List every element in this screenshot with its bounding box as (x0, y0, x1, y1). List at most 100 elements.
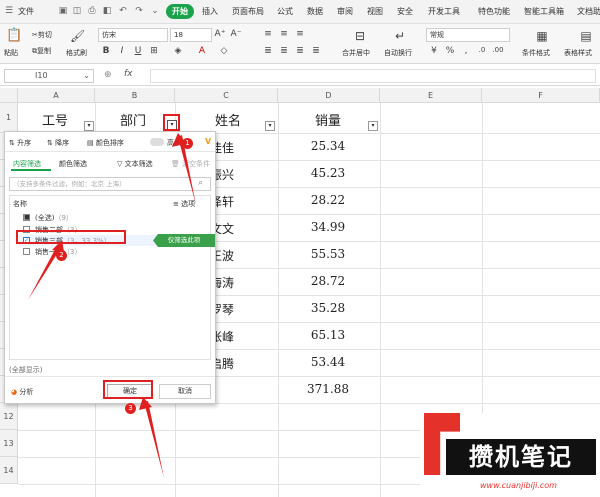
search-icon[interactable]: ⌕ (198, 178, 203, 188)
cancel-button[interactable]: 取消 (159, 384, 211, 399)
row-header[interactable]: 13 (0, 430, 18, 457)
sales-cell[interactable]: 25.34 (298, 139, 358, 153)
column-header-d[interactable]: D (278, 88, 380, 103)
font-size-select[interactable]: 18 (170, 28, 212, 42)
sort-descending-button[interactable]: ⇅ 降序 (47, 138, 69, 148)
justify-icon[interactable]: ≣ (310, 46, 322, 56)
tab-view[interactable]: 视图 (367, 6, 383, 17)
font-name-select[interactable]: 仿宋 (98, 28, 168, 42)
wrap-text-button[interactable]: 自动换行 (384, 48, 412, 58)
analysis-button[interactable]: ◕ 分析 (11, 387, 33, 397)
list-item[interactable]: (全选)（9） (35, 213, 73, 223)
column-header-e[interactable]: E (380, 88, 482, 103)
row-header[interactable]: 12 (0, 403, 18, 430)
tab-developer[interactable]: 开发工具 (428, 6, 460, 17)
italic-button[interactable]: I (116, 46, 128, 56)
align-bottom-icon[interactable]: ≡ (294, 29, 306, 39)
preview-icon[interactable]: ◧ (102, 6, 112, 16)
function-icon[interactable]: fx (124, 69, 133, 79)
list-options-button[interactable]: ≡ 选项 (173, 199, 195, 209)
paste-button[interactable]: 粘贴 (4, 48, 18, 58)
tab-review[interactable]: 审阅 (337, 6, 353, 17)
item-checkbox[interactable] (23, 248, 30, 255)
merge-center-button[interactable]: 合并居中 (342, 48, 370, 58)
total-cell[interactable]: 371.88 (298, 382, 358, 396)
tab-security[interactable]: 安全 (397, 6, 413, 17)
select-all-checkbox[interactable]: ■ (23, 214, 30, 221)
align-right-icon[interactable]: ≣ (294, 46, 306, 56)
advanced-mode-toggle[interactable] (150, 138, 164, 146)
tab-special[interactable]: 特色功能 (478, 6, 510, 17)
tab-page-layout[interactable]: 页面布局 (232, 6, 264, 17)
decrease-font-icon[interactable]: A⁻ (230, 29, 242, 39)
filter-dropdown-c-icon[interactable]: ▾ (265, 121, 275, 131)
dropdown-chevron-icon[interactable]: ⌄ (150, 6, 160, 16)
header-cell-name[interactable]: 姓名 (200, 110, 256, 129)
column-header-a[interactable]: A (18, 88, 95, 103)
save-icon[interactable]: ▣ (58, 6, 68, 16)
align-top-icon[interactable]: ≡ (262, 29, 274, 39)
header-cell-id[interactable]: 工号 (30, 110, 80, 129)
tab-smart-toolbox[interactable]: 智能工具箱 (524, 6, 564, 17)
clear-format-icon[interactable]: ◇ (218, 46, 230, 56)
paste-icon[interactable]: 📋 (6, 28, 22, 43)
sales-cell[interactable]: 65.13 (298, 328, 358, 342)
sales-cell[interactable]: 28.72 (298, 274, 358, 288)
select-all-corner[interactable] (0, 88, 18, 103)
header-cell-sales[interactable]: 销量 (302, 110, 354, 129)
number-format-select[interactable]: 常规 (426, 28, 510, 42)
sort-ascending-button[interactable]: ⇅ 升序 (9, 138, 31, 148)
decrease-decimal-icon[interactable]: .00 (492, 46, 504, 54)
header-cell-department[interactable]: 部门 (108, 110, 158, 129)
redo-icon[interactable]: ↷ (134, 6, 144, 16)
sales-cell[interactable]: 34.99 (298, 220, 358, 234)
tab-color-filter[interactable]: 颜色筛选 (59, 159, 87, 169)
increase-decimal-icon[interactable]: .0 (476, 46, 488, 54)
increase-font-icon[interactable]: A⁺ (214, 29, 226, 39)
filter-search-input[interactable]: （支持多条件过滤，例如：北京 上海） (9, 177, 211, 191)
percent-icon[interactable]: % (444, 46, 456, 56)
align-center-icon[interactable]: ≣ (278, 46, 290, 56)
align-middle-icon[interactable]: ≡ (278, 29, 290, 39)
sales-cell[interactable]: 55.53 (298, 247, 358, 261)
tab-content-filter[interactable]: 内容筛选 (13, 159, 41, 169)
tab-home[interactable]: 开始 (166, 4, 194, 19)
tab-formulas[interactable]: 公式 (277, 6, 293, 17)
column-header-b[interactable]: B (95, 88, 175, 103)
print-icon[interactable]: ⎙ (87, 6, 97, 16)
row-header[interactable]: 14 (0, 457, 18, 484)
cut-button[interactable]: ✂剪切 (32, 30, 52, 40)
hamburger-menu-icon[interactable]: ☰ (4, 6, 14, 16)
sales-cell[interactable]: 35.28 (298, 301, 358, 315)
table-style-button[interactable]: 表格样式 (564, 48, 592, 58)
currency-icon[interactable]: ¥ (428, 46, 440, 56)
format-painter-button[interactable]: 格式刷 (66, 48, 87, 58)
align-left-icon[interactable]: ≣ (262, 46, 274, 56)
formula-input[interactable] (150, 69, 596, 83)
sales-cell[interactable]: 53.44 (298, 355, 358, 369)
zoom-icon[interactable]: ⊕ (104, 70, 112, 80)
export-icon[interactable]: ◫ (72, 6, 82, 16)
thousands-icon[interactable]: , (460, 46, 472, 56)
filter-dropdown-a-icon[interactable]: ▾ (84, 121, 94, 131)
filter-only-this-button[interactable]: 仅筛选此项 (153, 234, 215, 247)
undo-icon[interactable]: ↶ (118, 6, 128, 16)
conditional-format-button[interactable]: 条件格式 (522, 48, 550, 58)
underline-button[interactable]: U (132, 46, 144, 56)
tab-insert[interactable]: 插入 (202, 6, 218, 17)
column-header-f[interactable]: F (482, 88, 600, 103)
border-icon[interactable]: ⊞ (148, 46, 160, 56)
file-menu[interactable]: 文件 (18, 6, 34, 17)
clear-conditions-button[interactable]: 🗑 清空条件 (171, 159, 210, 169)
font-color-icon[interactable]: A (196, 46, 208, 56)
name-box[interactable]: I10 ⌄ (4, 69, 94, 83)
sort-by-color-button[interactable]: ▤ 颜色排序 (87, 138, 124, 148)
column-header-c[interactable]: C (175, 88, 278, 103)
sales-cell[interactable]: 28.22 (298, 193, 358, 207)
sales-cell[interactable]: 45.23 (298, 166, 358, 180)
text-filter-button[interactable]: ▽ 文本筛选 (117, 159, 153, 169)
fill-color-icon[interactable]: ◈ (172, 46, 184, 56)
bold-button[interactable]: B (100, 46, 112, 56)
filter-dropdown-d-icon[interactable]: ▾ (368, 121, 378, 131)
tab-data[interactable]: 数据 (307, 6, 323, 17)
